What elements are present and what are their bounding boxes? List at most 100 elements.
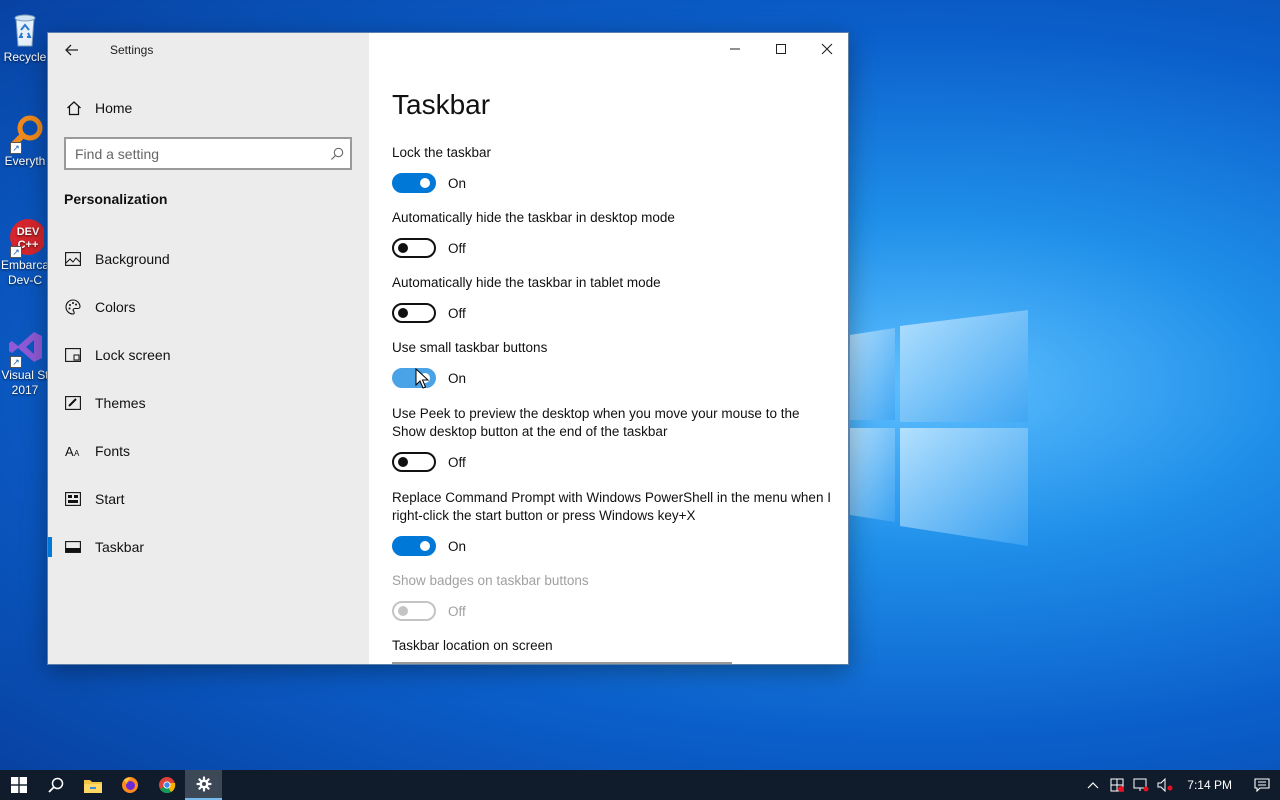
nav-item-label: Lock screen <box>95 347 171 363</box>
page-title: Taskbar <box>392 89 491 120</box>
settings-gear-icon <box>195 776 212 792</box>
desktop-icon-label: Visual St 2017 <box>1 368 49 397</box>
volume-tray-button[interactable] <box>1153 770 1177 800</box>
setting-label: Use small taskbar buttons <box>392 340 548 355</box>
home-button[interactable]: Home <box>48 91 369 125</box>
security-tray-button[interactable] <box>1105 770 1129 800</box>
autohide-tablet-toggle[interactable] <box>392 303 436 323</box>
nav-item-fonts[interactable]: AA Fonts <box>48 427 369 475</box>
chrome-button[interactable] <box>148 770 185 800</box>
nav-item-label: Taskbar <box>95 539 145 555</box>
desktop-icon-label: Everyth <box>4 154 46 168</box>
nav-item-taskbar[interactable]: Taskbar <box>48 523 369 571</box>
toggle-state: On <box>448 538 467 554</box>
windows-start-icon <box>10 777 27 793</box>
title-bar: Settings <box>48 33 369 67</box>
file-explorer-button[interactable] <box>74 770 111 800</box>
minimize-icon <box>730 48 740 50</box>
setting-label: Use Peek to preview the desktop when you… <box>392 406 800 439</box>
taskbar: 7:14 PM <box>0 770 1280 800</box>
toggle-state: Off <box>448 603 466 619</box>
settings-taskbar-button[interactable] <box>185 770 222 800</box>
setting-autohide-tablet: Automatically hide the taskbar in tablet… <box>392 274 832 323</box>
show-hidden-icons-button[interactable] <box>1081 770 1105 800</box>
notification-icon <box>1254 778 1270 792</box>
nav-item-colors[interactable]: Colors <box>48 283 369 331</box>
clock[interactable]: 7:14 PM <box>1187 778 1232 792</box>
everything-search-icon: ↗ <box>6 114 44 154</box>
search-icon <box>47 777 63 793</box>
small-buttons-toggle[interactable] <box>392 368 436 388</box>
toggle-state: Off <box>448 454 466 470</box>
caption-buttons <box>712 33 848 65</box>
taskbar-icon <box>63 541 83 553</box>
autohide-desktop-toggle[interactable] <box>392 238 436 258</box>
network-tray-button[interactable] <box>1129 770 1153 800</box>
setting-peek: Use Peek to preview the desktop when you… <box>392 405 832 472</box>
desktop-icon-recycle-bin[interactable]: Recycle <box>0 10 50 65</box>
nav-item-start[interactable]: Start <box>48 475 369 523</box>
toggle-state: On <box>448 370 467 386</box>
start-button[interactable] <box>0 770 37 800</box>
search-box[interactable] <box>64 137 352 170</box>
peek-toggle[interactable] <box>392 452 436 472</box>
setting-label: Replace Command Prompt with Windows Powe… <box>392 490 831 523</box>
setting-lock-taskbar: Lock the taskbar On <box>392 144 832 193</box>
start-icon <box>63 492 83 506</box>
powershell-toggle[interactable] <box>392 536 436 556</box>
visual-studio-icon: ↗ <box>6 328 44 368</box>
desktop-icon-visual-studio[interactable]: ↗ Visual St 2017 <box>0 328 50 398</box>
chevron-up-icon <box>1087 782 1099 789</box>
setting-powershell: Replace Command Prompt with Windows Powe… <box>392 489 832 556</box>
desktop-icon-everything[interactable]: ↗ Everyth <box>0 114 50 169</box>
volume-muted-icon <box>1157 778 1173 792</box>
settings-content: Taskbar Lock the taskbar On Automaticall… <box>369 33 848 664</box>
settings-sidebar: Settings Home Personalization Background… <box>48 33 369 664</box>
search-input[interactable] <box>66 139 324 168</box>
home-label: Home <box>95 100 133 116</box>
network-icon <box>1133 778 1149 792</box>
toggle-state: Off <box>448 240 466 256</box>
lock-taskbar-toggle[interactable] <box>392 173 436 193</box>
desktop-icon-label: Embarca Dev-C <box>0 258 50 287</box>
toggle-state: Off <box>448 305 466 321</box>
svg-text:DEV: DEV <box>17 226 40 238</box>
settings-window: Settings Home Personalization Background… <box>47 32 849 665</box>
setting-label: Automatically hide the taskbar in deskto… <box>392 210 675 225</box>
minimize-button[interactable] <box>712 33 758 65</box>
system-tray: 7:14 PM <box>1081 770 1280 800</box>
section-title: Personalization <box>64 191 168 207</box>
desktop-icon-dev-cpp[interactable]: DEV C++ ↗ Embarca Dev-C <box>0 218 50 288</box>
back-button[interactable] <box>48 33 96 67</box>
close-button[interactable] <box>804 33 848 65</box>
maximize-button[interactable] <box>758 33 804 65</box>
svg-text:A: A <box>74 449 80 458</box>
setting-label: Taskbar location on screen <box>392 638 553 653</box>
nav-item-lock-screen[interactable]: Lock screen <box>48 331 369 379</box>
chrome-icon <box>158 777 175 794</box>
dev-cpp-icon: DEV C++ ↗ <box>6 218 46 258</box>
nav-item-label: Fonts <box>95 443 131 459</box>
search-icon[interactable] <box>324 147 350 161</box>
lock-screen-icon <box>63 348 83 362</box>
palette-icon <box>63 299 83 315</box>
nav-item-label: Colors <box>95 299 136 315</box>
action-center-button[interactable] <box>1244 770 1280 800</box>
svg-text:A: A <box>65 444 74 458</box>
setting-autohide-desktop: Automatically hide the taskbar in deskto… <box>392 209 832 258</box>
firefox-button[interactable] <box>111 770 148 800</box>
firefox-icon <box>121 777 138 793</box>
home-icon <box>64 100 84 116</box>
nav-item-label: Start <box>95 491 125 507</box>
search-taskbar-button[interactable] <box>37 770 74 800</box>
toggle-state: On <box>448 175 467 191</box>
setting-label: Show badges on taskbar buttons <box>392 573 589 588</box>
windows-desktop-logo <box>850 310 1028 546</box>
nav-item-themes[interactable]: Themes <box>48 379 369 427</box>
security-shield-icon <box>1110 778 1125 792</box>
close-icon <box>821 43 833 55</box>
taskbar-location-dropdown[interactable] <box>392 662 732 664</box>
setting-label: Lock the taskbar <box>392 145 492 160</box>
nav-item-background[interactable]: Background <box>48 235 369 283</box>
nav-item-label: Background <box>95 251 170 267</box>
